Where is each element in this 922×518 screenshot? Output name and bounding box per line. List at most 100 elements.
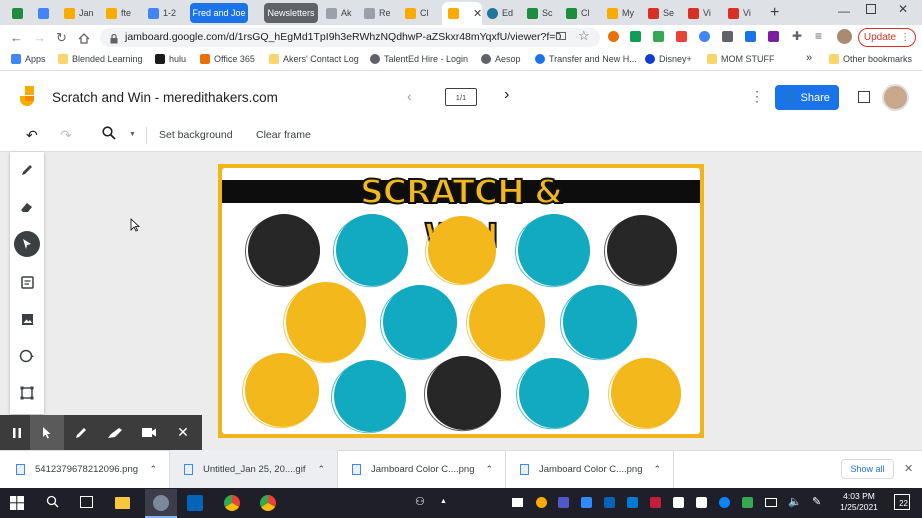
browser-tab[interactable]: Vi [688,3,720,23]
draw-pen-icon[interactable] [64,415,98,450]
pen-tool-icon[interactable] [10,157,44,183]
browser-tab[interactable]: Cl [405,3,437,23]
clear-frame-button[interactable]: Clear frame [256,129,311,141]
next-frame-icon[interactable]: › [504,86,509,104]
extension-icon[interactable] [745,31,756,42]
scratch-circles[interactable] [222,168,700,434]
scratch-circle-black[interactable] [424,356,502,432]
chrome-icon[interactable] [224,495,240,511]
reading-list-icon[interactable]: ≡ [815,29,822,43]
tray-app-icon[interactable] [673,497,684,508]
browser-tab[interactable]: My [607,3,639,23]
prev-frame-icon[interactable]: ‹ [407,88,412,104]
bookmark-star-icon[interactable]: ☆ [578,28,590,44]
tray-app-icon[interactable] [742,497,753,508]
tray-app-icon[interactable] [696,497,707,508]
scratch-circle-gold[interactable] [283,282,367,364]
browser-tab-active[interactable]: ✕ [442,2,482,25]
camera-icon[interactable] [132,415,166,450]
bookmark-blended-learning[interactable]: Blended Learning [58,54,143,64]
select-tool-icon[interactable] [10,231,44,257]
extension-icon[interactable] [608,31,619,42]
close-recorder-icon[interactable]: ✕ [166,415,200,450]
download-item[interactable]: Untitled_Jan 25, 20....gif ⌃ [170,450,338,488]
zoom-icon[interactable] [102,126,116,140]
browser-tab[interactable]: Ak [326,3,358,23]
browser-tab[interactable]: Re [364,3,396,23]
show-all-downloads-button[interactable]: Show all [841,459,894,479]
chevron-up-icon[interactable]: ⌃ [317,464,325,475]
bluetooth-icon[interactable] [719,497,730,508]
back-icon[interactable]: ← [10,30,23,45]
extension-icon[interactable] [768,31,779,42]
frame-bar-button[interactable]: 1/1 [445,88,477,106]
extension-icon[interactable] [722,31,733,42]
shape-tool-icon[interactable] [10,343,44,369]
chevron-up-icon[interactable]: ⌃ [485,464,493,475]
browser-tab[interactable]: Sc [527,3,559,23]
lock-icon[interactable] [110,31,118,44]
mail-tray-icon[interactable] [512,498,523,507]
minimize-icon[interactable]: — [838,4,850,18]
extension-icon[interactable] [699,31,710,42]
download-item[interactable]: 5412379678212096.png ⌃ [0,450,170,488]
bookmark-other[interactable]: Other bookmarks [829,54,912,64]
extension-icon[interactable] [630,31,641,42]
windows-start-icon[interactable] [10,496,24,515]
network-icon[interactable] [765,498,777,507]
more-vert-icon[interactable]: ⋮ [750,88,764,105]
scratch-circle-teal[interactable] [515,214,591,288]
redo-icon[interactable]: ↷ [60,127,72,144]
bookmark-akers-contact-log[interactable]: Akers' Contact Log [269,54,359,64]
browser-tab[interactable]: Cl [566,3,598,23]
new-tab-button[interactable]: + [770,3,786,23]
scratch-circle-teal[interactable] [333,214,409,288]
extension-icon[interactable] [653,31,664,42]
notification-center-icon[interactable]: 22 [894,494,910,510]
teams-icon[interactable] [558,497,569,508]
scratch-circle-gold[interactable] [466,284,546,362]
extensions-puzzle-icon[interactable]: ✚ [792,29,802,43]
volume-icon[interactable]: 🔈 [788,495,802,508]
tray-overflow-icon[interactable]: ▲ [440,498,447,505]
more-bookmarks-button[interactable]: » [806,52,812,64]
restore-icon[interactable] [866,4,876,14]
highlighter-icon[interactable] [98,415,132,450]
home-icon[interactable] [78,31,90,44]
board-title[interactable]: Scratch and Win - meredithakers.com [52,90,278,105]
browser-tab[interactable]: Ed [487,3,519,23]
browser-tab[interactable]: 1-2 [148,3,184,23]
tray-app-icon[interactable] [650,497,661,508]
scratch-circle-gold[interactable] [425,216,497,286]
forward-icon[interactable]: → [33,30,46,45]
share-button[interactable]: 👤 Share [775,85,839,110]
eraser-tool-icon[interactable] [10,194,44,220]
browser-tab[interactable]: fte [106,3,142,23]
taskbar-clock[interactable]: 4:03 PM 1/25/2021 [836,491,882,513]
chrome-icon[interactable] [260,495,276,511]
tab-group-newsletters[interactable]: Newsletters [264,3,318,23]
close-downloads-icon[interactable]: ✕ [904,462,913,475]
close-tab-icon[interactable]: ✕ [473,7,482,20]
scratch-circle-gold[interactable] [242,353,320,429]
zoom-app-icon[interactable] [581,497,592,508]
browser-tab[interactable]: Jan [64,3,100,23]
chevron-up-icon[interactable]: ⌃ [653,464,661,475]
bookmark-disney[interactable]: Disney+ [645,54,692,64]
tray-app-icon[interactable] [536,497,547,508]
pen-workspace-icon[interactable]: ✎ [812,495,821,508]
extension-icon[interactable] [676,31,687,42]
outlook-tray-icon[interactable] [604,497,615,508]
bookmark-talented-hire[interactable]: TalentEd Hire - Login [370,54,468,64]
reload-icon[interactable]: ↻ [56,30,67,46]
tab-group-fred-and-joe[interactable]: Fred and Joe [190,3,248,23]
url-text[interactable]: jamboard.google.com/d/1rsGQ_hEgMd1TpI9h3… [125,31,561,43]
scratch-circle-teal[interactable] [560,285,638,361]
scratch-circle-gold[interactable] [608,358,682,430]
chevron-up-icon[interactable]: ⌃ [149,464,157,475]
bookmark-office-365[interactable]: Office 365 [200,54,255,64]
bookmark-apps[interactable]: Apps [11,54,46,64]
people-icon[interactable]: ⚇ [415,495,425,508]
bookmark-aesop[interactable]: Aesop [481,54,521,64]
fullscreen-icon[interactable] [858,91,870,103]
